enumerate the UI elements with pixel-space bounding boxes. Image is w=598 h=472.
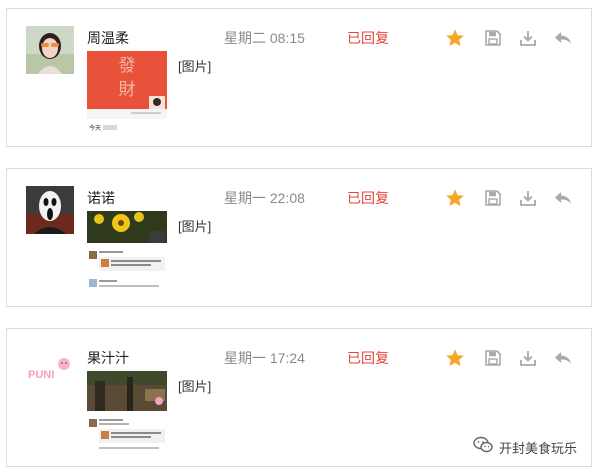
reply-icon[interactable]	[553, 348, 573, 368]
status-label: 已回复	[347, 30, 389, 46]
watermark: 开封美食玩乐	[473, 436, 577, 458]
reply-icon[interactable]	[553, 28, 573, 48]
sender-name: 果汁汁	[87, 350, 129, 366]
svg-text:PUNI: PUNI	[28, 369, 54, 381]
thumb-title: 發	[119, 56, 136, 75]
watermark-text: 开封美食玩乐	[499, 440, 578, 456]
save-icon[interactable]	[483, 188, 503, 208]
avatar[interactable]	[26, 186, 74, 234]
sender-name: 诺诺	[87, 190, 115, 206]
download-icon[interactable]	[518, 188, 538, 208]
image-tag: [图片]	[178, 219, 212, 234]
message-time: 星期二 08:15	[224, 30, 305, 46]
save-icon[interactable]	[483, 28, 503, 48]
message-time: 星期一 22:08	[224, 190, 305, 206]
save-icon[interactable]	[483, 348, 503, 368]
download-icon[interactable]	[518, 348, 538, 368]
reply-icon[interactable]	[553, 188, 573, 208]
message-list-page: 周温柔 星期二 08:15 已回复 發 財 今天 [图片] 诺诺 星期一 22:…	[0, 0, 598, 472]
status-label: 已回复	[347, 190, 389, 206]
wechat-icon	[473, 436, 493, 459]
thumb-title-2: 財	[119, 80, 136, 99]
sender-name: 周温柔	[87, 30, 129, 46]
image-thumbnail[interactable]	[87, 371, 167, 453]
image-tag: [图片]	[178, 59, 212, 74]
image-tag: [图片]	[178, 379, 212, 394]
image-thumbnail[interactable]	[87, 211, 167, 293]
star-icon[interactable]	[445, 348, 465, 368]
thumb-label: 今天	[89, 124, 101, 132]
avatar[interactable]	[26, 26, 74, 74]
image-thumbnail[interactable]: 發 財 今天	[87, 51, 167, 133]
star-icon[interactable]	[445, 28, 465, 48]
avatar[interactable]: PUNI	[26, 346, 74, 394]
status-label: 已回复	[347, 350, 389, 366]
star-icon[interactable]	[445, 188, 465, 208]
message-card[interactable]: 周温柔 星期二 08:15 已回复 發 財 今天 [图片]	[6, 8, 592, 147]
message-time: 星期一 17:24	[224, 350, 305, 366]
message-card[interactable]: 诺诺 星期一 22:08 已回复 [图片]	[6, 168, 592, 307]
download-icon[interactable]	[518, 28, 538, 48]
